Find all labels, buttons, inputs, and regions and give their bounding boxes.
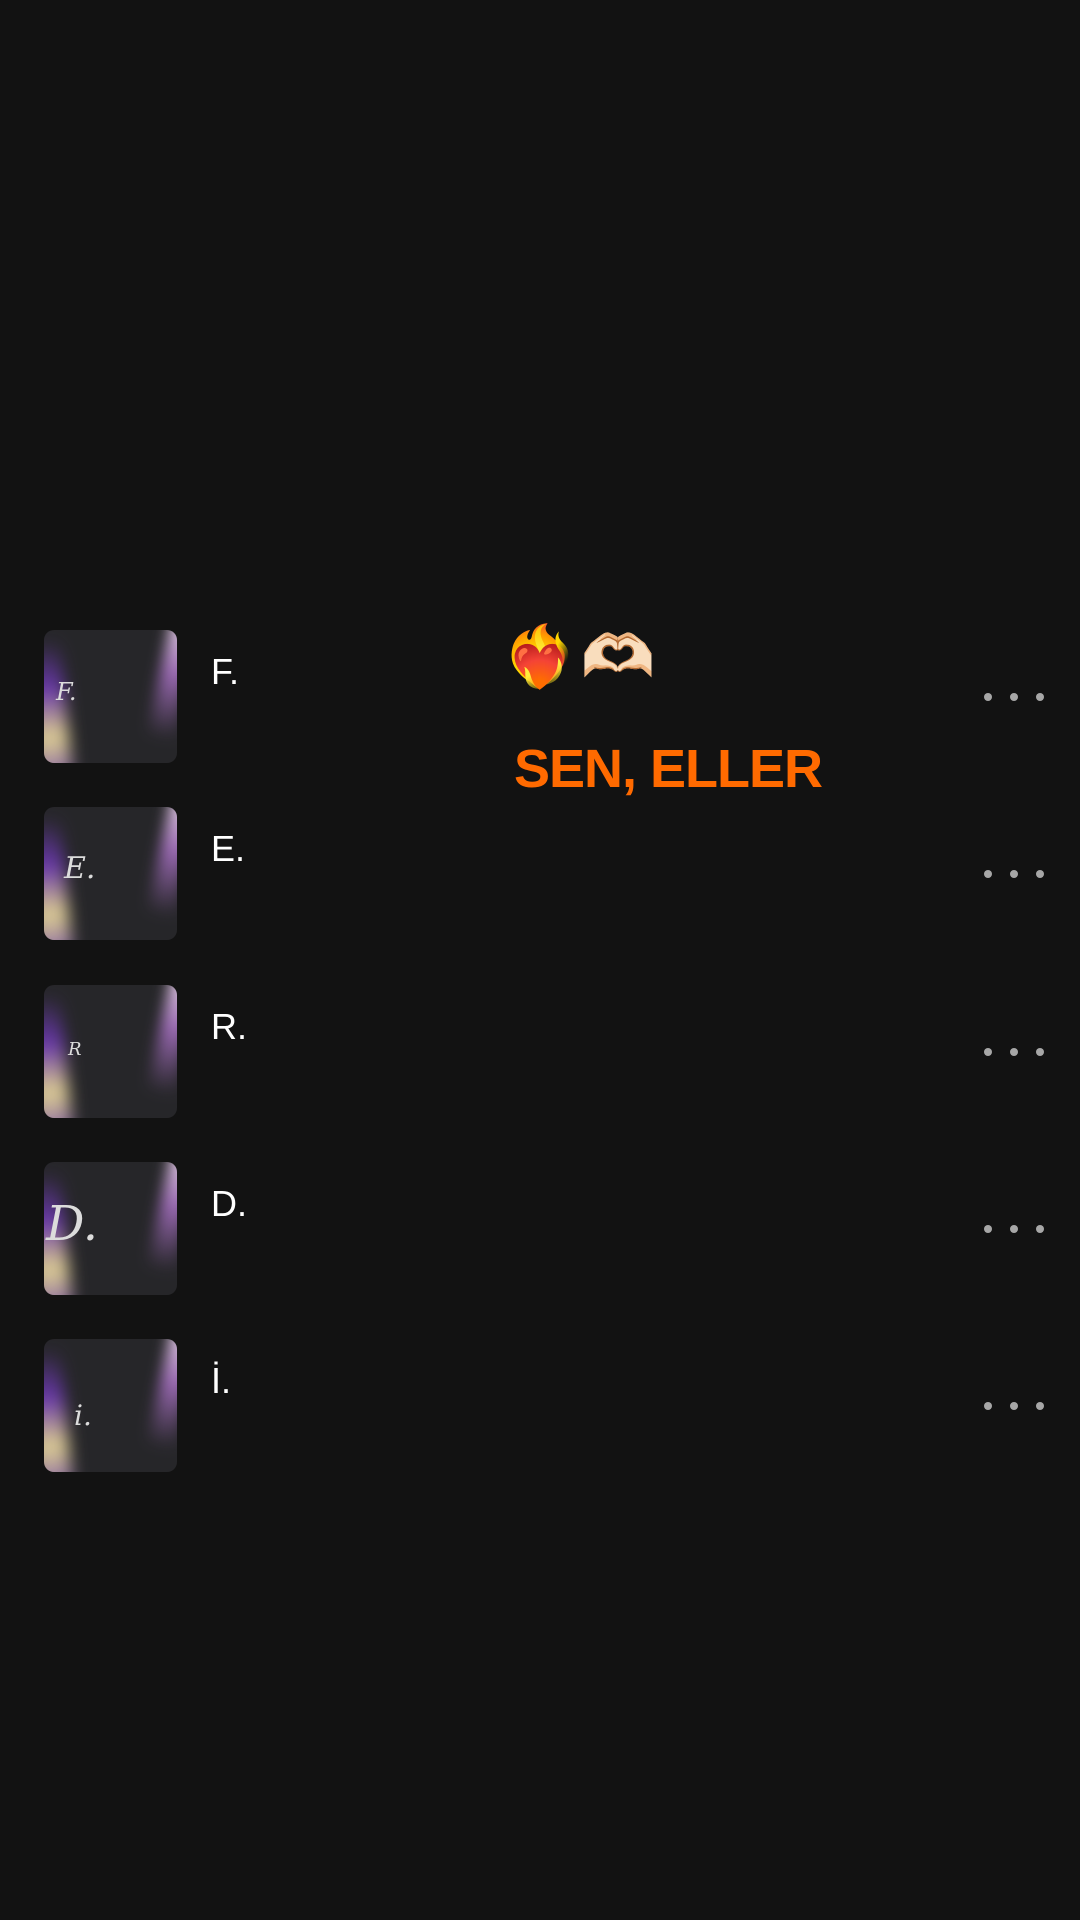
track-title: D. — [211, 1183, 247, 1224]
cover-handwritten-letter: R — [68, 1039, 82, 1060]
more-options-button[interactable] — [984, 1037, 1044, 1067]
track-title: F. — [211, 651, 240, 692]
track-cover: D. — [44, 1162, 177, 1295]
track-title: İ. — [211, 1360, 232, 1401]
track-row[interactable]: E. E. — [0, 807, 1080, 941]
more-horizontal-icon — [984, 1048, 992, 1056]
cover-handwritten-letter: i. — [74, 1399, 92, 1432]
more-horizontal-icon-dot — [1010, 1225, 1018, 1233]
track-row[interactable]: R R. — [0, 985, 1080, 1119]
caption-text: SEN, ELLER — [514, 739, 823, 799]
more-options-button[interactable] — [984, 1214, 1044, 1244]
cover-handwritten-letter: E. — [64, 851, 96, 886]
more-horizontal-icon-dot — [1036, 1048, 1044, 1056]
more-horizontal-icon-dot — [1036, 870, 1044, 878]
more-horizontal-icon — [984, 1225, 992, 1233]
cover-light-right — [146, 630, 177, 742]
more-horizontal-icon-dot — [1010, 1048, 1018, 1056]
more-horizontal-icon-dot — [1010, 870, 1018, 878]
track-title: E. — [211, 828, 246, 869]
track-cover: F. — [44, 630, 177, 763]
sticker-emoji: ❤️‍🔥🫶🏻 — [502, 623, 660, 690]
track-row[interactable]: i. İ. — [0, 1339, 1080, 1473]
more-horizontal-icon — [984, 693, 992, 701]
track-row[interactable]: D. D. — [0, 1162, 1080, 1296]
cover-handwritten-letter: F. — [56, 678, 77, 706]
more-options-button[interactable] — [984, 682, 1044, 712]
more-horizontal-icon — [984, 870, 992, 878]
more-options-button[interactable] — [984, 1391, 1044, 1421]
cover-light-right — [146, 1162, 177, 1274]
more-horizontal-icon-dot — [1036, 1402, 1044, 1410]
more-horizontal-icon-dot — [1036, 693, 1044, 701]
cover-light-right — [146, 807, 177, 919]
track-cover: E. — [44, 807, 177, 940]
cover-light-left — [44, 1347, 74, 1472]
cover-light-right — [146, 1339, 177, 1451]
screen: F. F. E. E. — [0, 0, 1080, 1920]
more-horizontal-icon-dot — [1036, 1225, 1044, 1233]
track-cover: i. — [44, 1339, 177, 1472]
cover-handwritten-letter: D. — [46, 1196, 99, 1252]
more-horizontal-icon — [984, 1402, 992, 1410]
track-cover: R — [44, 985, 177, 1118]
track-title: R. — [211, 1006, 247, 1047]
cover-light-right — [146, 985, 177, 1097]
more-options-button[interactable] — [984, 859, 1044, 889]
more-horizontal-icon-dot — [1010, 1402, 1018, 1410]
more-horizontal-icon-dot — [1010, 693, 1018, 701]
